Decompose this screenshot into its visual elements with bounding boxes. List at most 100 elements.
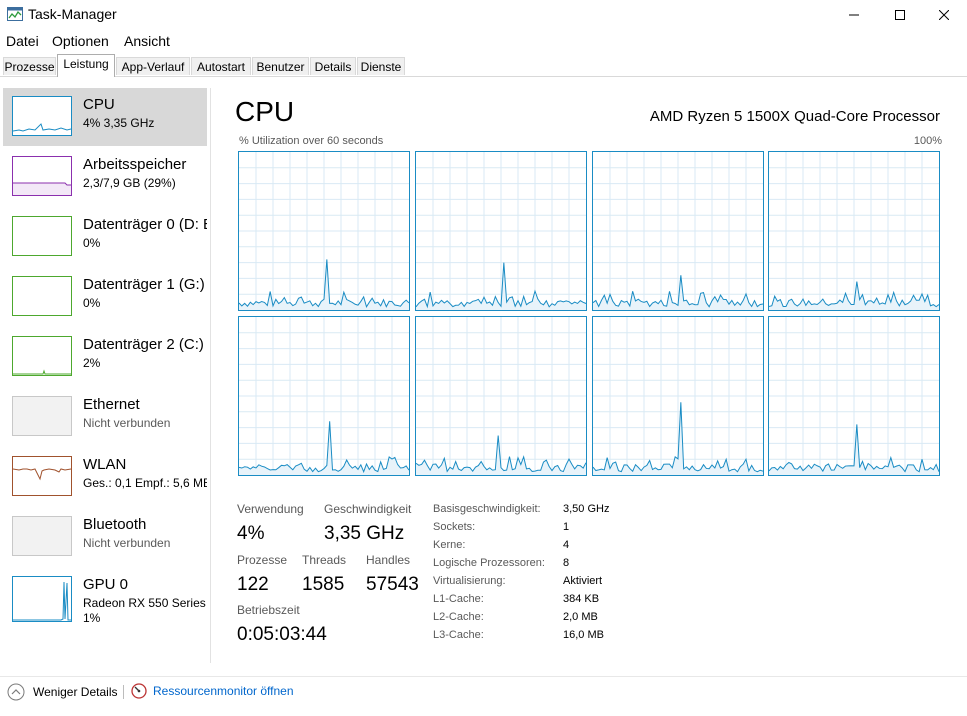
fewer-details-label: Weniger Details [33,685,118,699]
spec-value: 2,0 MB [563,611,598,623]
logical-processor-graph-0 [238,151,410,311]
sidebar-subtitle-2: 1% [83,611,101,625]
sidebar-subtitle: Nicht verbunden [83,536,171,550]
spec-label: L2-Cache: [433,611,484,623]
spec-value: 8 [563,557,570,569]
sidebar-item-datentraeger-0[interactable]: Datenträger 0 (D: E 0% [3,208,207,266]
sidebar-item-datentraeger-1[interactable]: Datenträger 1 (G:) 0% [3,268,207,326]
cpu-core-chart [239,152,409,310]
resource-monitor-label: Ressourcenmonitor öffnen [153,684,294,698]
sidebar-title: CPU [83,96,115,113]
uptime-label: Betriebszeit [237,603,300,617]
disk0-thumbnail-graph [12,216,72,256]
sidebar-title: Arbeitsspeicher [83,156,187,173]
tab-app-verlauf[interactable]: App-Verlauf [116,57,190,75]
chevron-up-circle-icon [7,683,25,701]
logical-processor-graph-7 [768,316,940,476]
maximize-button[interactable] [877,0,923,30]
bluetooth-thumbnail-graph [12,516,72,556]
cpu-core-chart [239,317,409,475]
threads-value: 1585 [302,574,345,595]
sidebar-subtitle: 2% [83,356,101,370]
minimize-icon [849,14,859,16]
sidebar-item-datentraeger-2[interactable]: Datenträger 2 (C:) 2% [3,328,207,386]
tab-autostart[interactable]: Autostart [191,57,251,75]
cpu-core-chart [593,152,763,310]
spec-value: 1 [563,521,570,533]
spec-label: L3-Cache: [433,629,484,641]
cpu-core-chart [416,152,586,310]
sidebar-subtitle: 0% [83,296,101,310]
usage-value: 4% [237,523,265,544]
spec-label: Basisgeschwindigkeit: [433,503,541,515]
handles-value: 57543 [366,574,419,595]
logical-processor-graph-5 [415,316,587,476]
page-title: CPU [235,96,295,127]
tab-prozesse[interactable]: Prozesse [3,57,56,75]
sidebar-subtitle: Nicht verbunden [83,416,171,430]
processes-value: 122 [237,574,269,595]
memory-thumbnail-graph [12,156,72,196]
resource-monitor-link[interactable]: Ressourcenmonitor öffnen [131,683,294,699]
logical-processor-graph-6 [592,316,764,476]
sidebar-item-cpu[interactable]: CPU 4% 3,35 GHz [3,88,207,146]
sidebar-item-bluetooth[interactable]: Bluetooth Nicht verbunden [3,508,207,566]
graph-axis-max: 100% [913,135,942,147]
ethernet-thumbnail-graph [12,396,72,436]
usage-label: Verwendung [237,502,304,516]
sidebar-subtitle: 2,3/7,9 GB (29%) [83,176,176,190]
tab-dienste[interactable]: Dienste [357,57,405,75]
logical-processor-graph-2 [592,151,764,311]
spec-label: Sockets: [433,521,476,533]
resource-sidebar: CPU 4% 3,35 GHz Arbeitsspeicher 2,3/7,9 … [0,88,211,663]
sidebar-title: Datenträger 2 (C:) [83,336,204,353]
wlan-thumbnail-graph [12,456,72,496]
processor-name: AMD Ryzen 5 1500X Quad-Core Processor [649,108,940,125]
close-button[interactable] [921,0,967,30]
handles-label: Handles [366,553,411,567]
cpu-core-chart [593,317,763,475]
sidebar-title: WLAN [83,456,127,473]
cpu-core-chart [769,152,939,310]
maximize-icon [895,10,905,20]
sidebar-item-wlan[interactable]: WLAN Ges.: 0,1 Empf.: 5,6 MBit [3,448,207,506]
logical-processor-graph-4 [238,316,410,476]
processes-label: Prozesse [237,553,288,567]
logical-processor-graph-1 [415,151,587,311]
menu-datei[interactable]: Datei [6,33,39,49]
minimize-button[interactable] [831,0,877,30]
cpu-thumbnail-graph [12,96,72,136]
sidebar-item-arbeitsspeicher[interactable]: Arbeitsspeicher 2,3/7,9 GB (29%) [3,148,207,206]
sidebar-subtitle: 0% [83,236,101,250]
speed-label: Geschwindigkeit [324,502,412,516]
uptime-value: 0:05:03:44 [237,624,327,645]
tab-leistung[interactable]: Leistung [57,54,115,77]
sidebar-title: Datenträger 1 (G:) [83,276,205,293]
fewer-details-button[interactable]: Weniger Details [7,683,117,701]
sidebar-subtitle: Ges.: 0,1 Empf.: 5,6 MBit [83,476,207,490]
sidebar-title: Ethernet [83,396,140,413]
disk2-thumbnail-graph [12,336,72,376]
resource-monitor-icon [131,683,147,699]
window-title: Task-Manager [28,6,117,22]
sidebar-item-gpu-0[interactable]: GPU 0 Radeon RX 550 Series 1% [3,568,207,628]
menu-optionen[interactable]: Optionen [52,33,109,49]
sidebar-title: Datenträger 0 (D: E [83,216,207,233]
sidebar-title: Bluetooth [83,516,147,533]
spec-label: L1-Cache: [433,593,484,605]
spec-value: 384 KB [563,593,600,605]
spec-label: Kerne: [433,539,466,551]
speed-value: 3,35 GHz [324,523,405,544]
spec-value: 3,50 GHz [563,503,610,515]
task-manager-icon [7,7,23,21]
spec-label: Logische Prozessoren: [433,557,545,569]
sidebar-title: GPU 0 [83,576,129,593]
tab-benutzer[interactable]: Benutzer [252,57,309,75]
sidebar-subtitle: Radeon RX 550 Series [83,596,206,610]
tab-strip: Prozesse Leistung App-Verlauf Autostart … [0,54,967,77]
tab-details[interactable]: Details [310,57,356,75]
disk1-thumbnail-graph [12,276,72,316]
sidebar-item-ethernet[interactable]: Ethernet Nicht verbunden [3,388,207,446]
footer-bar: Weniger Details Ressourcenmonitor öffnen [0,676,967,707]
menu-ansicht[interactable]: Ansicht [124,33,170,49]
